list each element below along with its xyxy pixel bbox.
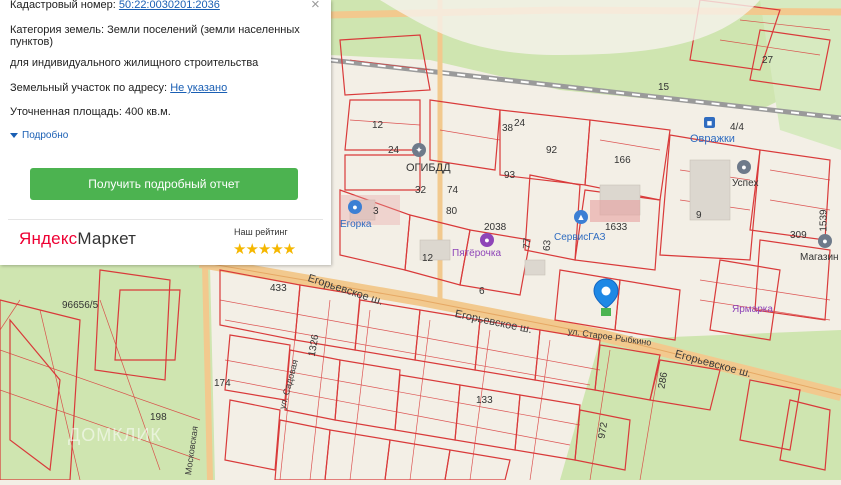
poi-label: ОГИБДД: [406, 162, 451, 174]
parcel-label: 6: [479, 286, 485, 297]
parcel-label: 433: [270, 283, 287, 294]
parcel-label: 133: [476, 395, 493, 406]
poi-label: Успех: [732, 178, 759, 189]
parcel-label: 32: [415, 185, 427, 196]
get-report-button[interactable]: Получить подробный отчет: [30, 168, 298, 200]
rating-label: Наш рейтинг: [234, 227, 288, 237]
parcel-label: 1633: [605, 222, 628, 233]
green-area-west: [0, 265, 215, 480]
category-row: Категория земель: Земли поселений (земли…: [10, 24, 331, 48]
train-icon: ■: [704, 117, 715, 128]
cadastral-label: Кадастровый номер:: [10, 0, 116, 11]
parcel-label: 38: [502, 123, 514, 134]
green-area-south-east: [560, 330, 841, 480]
parcel-label: 77: [521, 237, 534, 250]
area-value: 400 кв.м.: [125, 106, 171, 118]
area-label: Уточненная площадь:: [10, 106, 122, 118]
poi-magazin[interactable]: ●: [818, 234, 832, 248]
poi-label: Егорка: [340, 219, 372, 230]
parcel-label: 96656/5: [62, 300, 99, 311]
car-icon: ▲: [574, 210, 588, 224]
category-row-2: для индивидуального жилищного строительс…: [10, 57, 258, 69]
yandex-market-logo[interactable]: ЯндексМаркет: [19, 229, 136, 249]
parcel-label: 174: [214, 378, 231, 389]
poi-label: Пятёрочка: [452, 248, 502, 259]
shop-icon: ●: [818, 234, 832, 248]
parcel-label: 27: [762, 55, 774, 66]
location-pin-icon[interactable]: [593, 278, 619, 323]
parcel-label: 63: [541, 239, 554, 252]
divider: [8, 219, 323, 220]
category-value-line2: для индивидуального жилищного строительс…: [10, 57, 259, 69]
shop-icon: ●: [480, 233, 494, 247]
parcel-label: 74: [447, 185, 459, 196]
parcel-label: 24: [514, 118, 526, 129]
address-label: Земельный участок по адресу:: [10, 82, 168, 94]
address-link[interactable]: Не указано: [170, 82, 227, 94]
parcel-label: 12: [422, 253, 434, 264]
poi-egorka[interactable]: ●: [348, 200, 362, 214]
parcel-info-panel: × Кадастровый номер: 50:22:0030201:2036 …: [0, 0, 331, 265]
shop-icon: ●: [737, 160, 751, 174]
poi-label: СервисГАЗ: [554, 232, 606, 243]
poi-label: Магазин: [800, 252, 839, 263]
poi-ovrazhki[interactable]: ■: [704, 117, 715, 128]
parcel-label: 24: [388, 145, 400, 156]
poi-label: Овражки: [690, 133, 735, 145]
logo-market-text: Маркет: [77, 229, 137, 248]
parcel-label: 3: [373, 206, 379, 217]
parcel-label: 15: [658, 82, 670, 93]
category-label: Категория земель:: [10, 24, 105, 36]
parcel-label: 80: [446, 206, 458, 217]
parcel-label: 1539: [818, 209, 830, 232]
poi-gibdd[interactable]: ✦: [412, 143, 426, 157]
more-details-link[interactable]: Подробно: [10, 130, 68, 141]
star-rating: ★★★★★: [233, 241, 296, 258]
parcel-label: 92: [546, 145, 558, 156]
logo-yandex-text: Яндекс: [19, 229, 78, 248]
poi-uspeh[interactable]: ●: [737, 160, 751, 174]
parcel-label: 93: [504, 170, 516, 181]
more-details-label: Подробно: [22, 130, 69, 141]
area-row: Уточненная площадь: 400 кв.м.: [10, 106, 171, 118]
watermark-logo: ДОМКЛИК: [68, 425, 162, 445]
parcel-label: 198: [150, 412, 167, 423]
parcel-label: 4/4: [730, 122, 744, 133]
parcel-label: 12: [372, 120, 384, 131]
shop-icon: ●: [348, 200, 362, 214]
cadastral-row: Кадастровый номер: 50:22:0030201:2036: [10, 0, 220, 11]
poi-servis[interactable]: ▲: [574, 210, 588, 224]
parcel-label: 2038: [484, 222, 507, 233]
triangle-down-icon: [10, 132, 18, 138]
address-row: Земельный участок по адресу: Не указано: [10, 82, 227, 94]
poi-label: Ярмарка: [732, 304, 773, 315]
parcel-label: 166: [614, 155, 631, 166]
poi-pyaterochka[interactable]: ●: [480, 233, 494, 247]
police-icon: ✦: [412, 143, 426, 157]
parcel-label: 9: [696, 210, 702, 221]
close-icon[interactable]: ×: [311, 0, 320, 13]
parcel-label: 309: [790, 230, 807, 241]
cadastral-number-link[interactable]: 50:22:0030201:2036: [119, 0, 220, 11]
